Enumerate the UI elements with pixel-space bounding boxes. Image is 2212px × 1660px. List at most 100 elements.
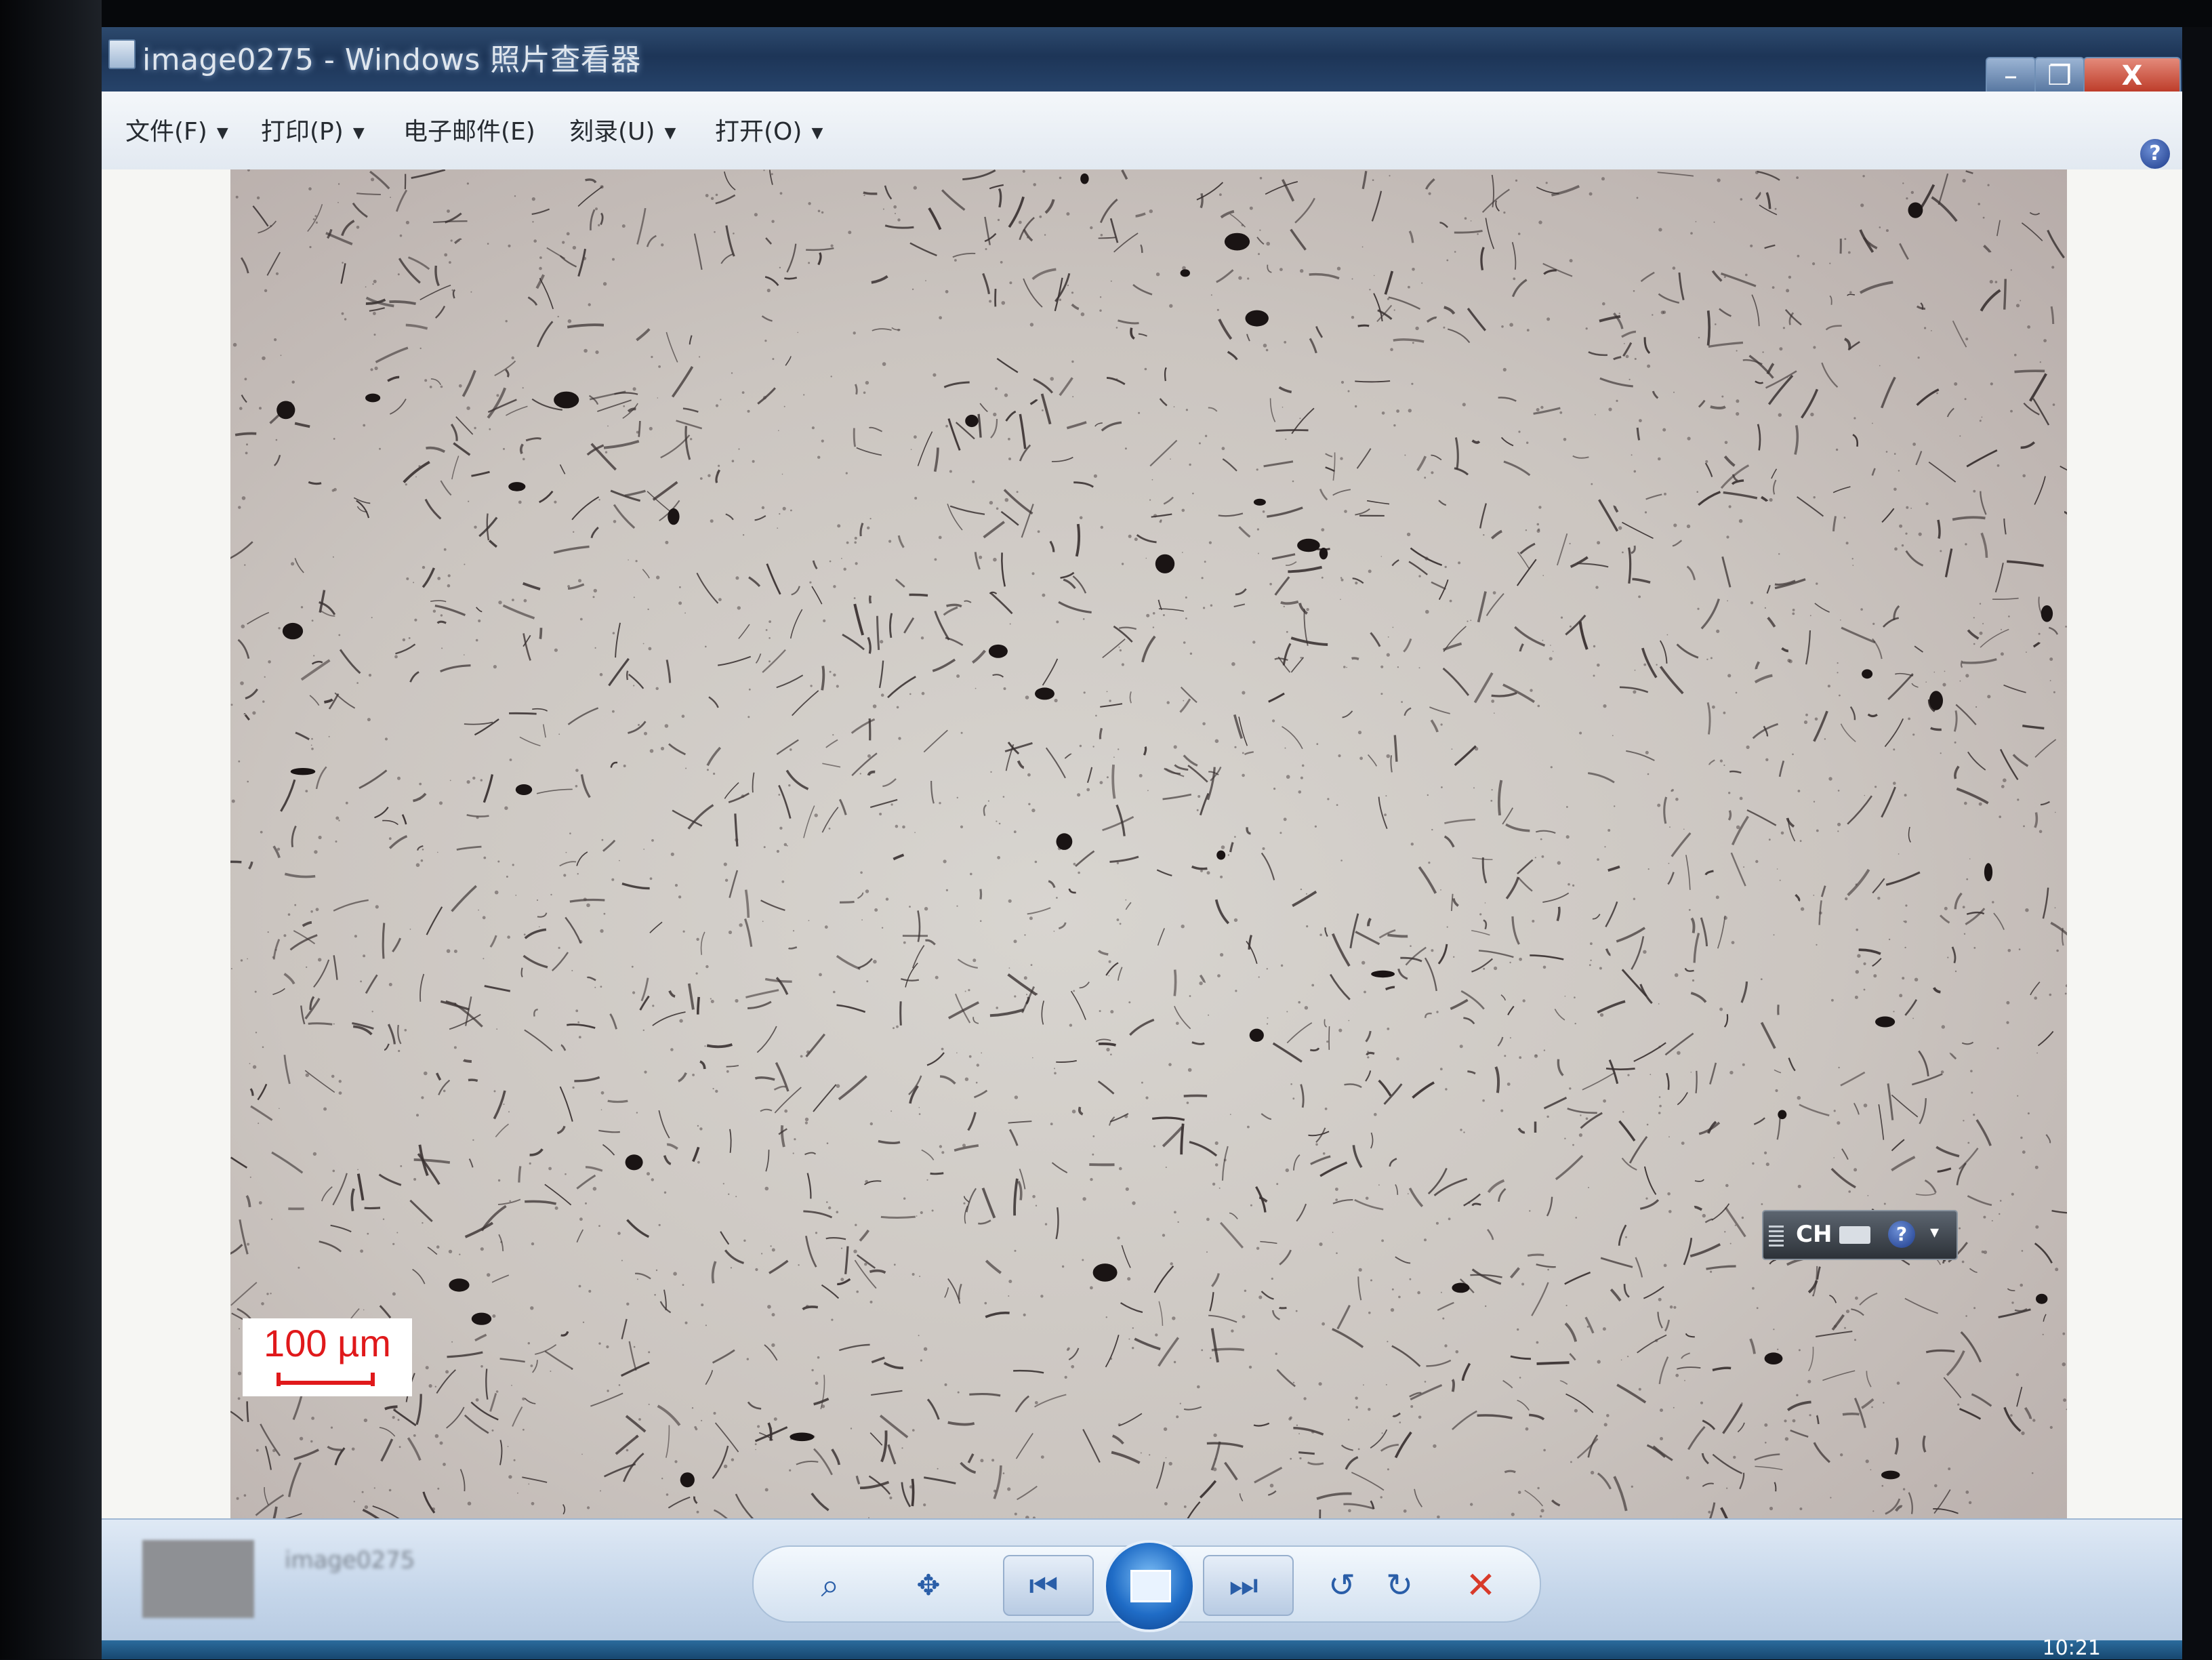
speck [249, 1063, 251, 1064]
speck [1957, 1404, 1959, 1406]
graphite-nodule [1929, 691, 1943, 710]
graphite-flake [1212, 1329, 1218, 1362]
speck [1149, 1454, 1150, 1455]
speck [1065, 1376, 1067, 1379]
graphite-flake [274, 455, 280, 466]
graphite-flake [389, 302, 415, 304]
graphite-flake [1552, 1500, 1559, 1505]
speck [363, 1310, 365, 1311]
actual-size-icon[interactable]: ✥ [905, 1562, 952, 1609]
speck [523, 1429, 525, 1431]
speck [1187, 1101, 1189, 1104]
speck [392, 1293, 396, 1296]
graphite-flake [1786, 310, 1801, 325]
speck [1017, 491, 1019, 493]
graphite-flake [1387, 935, 1408, 936]
speck [310, 1440, 312, 1442]
zoom-icon[interactable]: ⌕ [806, 1562, 854, 1609]
graphite-flake [766, 238, 771, 244]
graphite-flake [1113, 765, 1114, 798]
menu-file[interactable]: 文件(F)▼ [125, 112, 228, 147]
ime-help-icon[interactable]: ? [1888, 1221, 1915, 1248]
ime-language-bar[interactable]: CH ? ▾ [1762, 1210, 1958, 1260]
graphite-flake [1842, 1149, 1848, 1160]
speck [1983, 217, 1985, 219]
graphite-flake [1879, 1104, 1883, 1139]
speck [636, 1112, 638, 1113]
speck [1212, 1183, 1215, 1186]
speck [682, 1284, 684, 1286]
slideshow-button[interactable] [1103, 1540, 1195, 1632]
speck [1856, 929, 1858, 931]
taskbar-clock[interactable]: 10:21 [2043, 1636, 2101, 1660]
graphite-flake [1622, 331, 1636, 336]
graphite-flake [1080, 982, 1089, 988]
delete-icon[interactable]: ✕ [1457, 1562, 1504, 1609]
graphite-flake [839, 1345, 869, 1350]
speck [1155, 1333, 1158, 1336]
graphite-flake [1231, 843, 1233, 852]
speck [865, 889, 869, 893]
speck [1848, 1190, 1851, 1193]
graphite-flake [812, 586, 822, 604]
speck [1775, 208, 1777, 210]
graphite-flake [905, 963, 918, 988]
graphite-flake [712, 1446, 728, 1478]
next-icon[interactable]: ⏭ [1220, 1562, 1267, 1609]
speck [654, 1294, 656, 1296]
help-icon[interactable]: ? [2140, 139, 2170, 169]
speck [697, 1161, 700, 1164]
speck [1479, 913, 1481, 915]
graphite-flake [1134, 1339, 1160, 1349]
speck [1141, 1453, 1142, 1454]
graphite-flake [1622, 969, 1647, 996]
speck [1128, 1001, 1130, 1003]
speck [1575, 1023, 1576, 1024]
keyboard-icon[interactable] [1839, 1226, 1870, 1244]
graphite-flake [2015, 1309, 2027, 1311]
menu-open[interactable]: 打开(O)▼ [715, 112, 823, 147]
previous-icon[interactable]: ⏮ [1020, 1562, 1067, 1609]
graphite-flake [1966, 171, 1973, 173]
ime-options-icon[interactable]: ▾ [1930, 1222, 1939, 1242]
speck [1570, 543, 1571, 544]
speck [1429, 193, 1431, 195]
menu-print[interactable]: 打印(P)▼ [261, 112, 365, 147]
speck [1015, 1513, 1017, 1516]
graphite-flake [1221, 211, 1234, 218]
menu-burn[interactable]: 刻录(U)▼ [569, 112, 676, 147]
graphite-flake [1059, 602, 1092, 612]
speck [1721, 396, 1723, 398]
speck [1787, 377, 1788, 378]
title-bar[interactable]: image0275 - Windows 照片查看器 – ❐ X [102, 27, 2182, 92]
graphite-flake [1060, 378, 1073, 395]
speck [954, 259, 957, 262]
speck [1904, 947, 1906, 948]
graphite-flake [1517, 552, 1529, 568]
graphite-flake [1265, 182, 1298, 195]
speck [354, 935, 357, 937]
speck [507, 935, 510, 939]
graphite-flake [1551, 186, 1579, 195]
speck [291, 562, 294, 565]
speck [1230, 1114, 1231, 1115]
speck [1675, 1374, 1679, 1377]
speck [1397, 666, 1399, 668]
rotate-clockwise-icon[interactable]: ↻ [1376, 1562, 1423, 1609]
speck [749, 689, 751, 691]
graphite-flake [245, 689, 258, 699]
graphite-flake [1180, 699, 1189, 712]
speck [1494, 967, 1497, 970]
menu-email[interactable]: 电子邮件(E) [403, 112, 535, 147]
graphite-flake [1414, 1489, 1422, 1507]
speck [1267, 1017, 1269, 1019]
ime-language-indicator[interactable]: CH [1796, 1221, 1832, 1248]
graphite-flake [285, 874, 315, 876]
speck [1445, 1088, 1447, 1090]
speck [1368, 569, 1372, 573]
speck [1141, 1082, 1143, 1084]
rotate-counterclockwise-icon[interactable]: ↺ [1318, 1562, 1366, 1609]
speck [575, 769, 579, 772]
drag-handle-icon[interactable] [1769, 1223, 1784, 1247]
speck [1660, 1437, 1663, 1440]
